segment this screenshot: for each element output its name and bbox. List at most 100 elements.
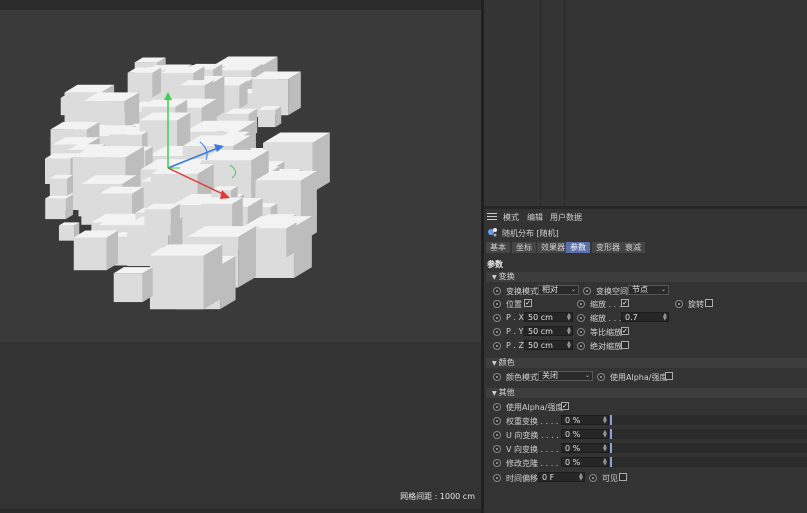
viewport[interactable]: 网格间距 : 1000 cm — [0, 0, 481, 513]
u-transform-input[interactable]: 0 % ▲ ▼ — [561, 429, 609, 439]
anim-dot-icon[interactable] — [493, 342, 501, 350]
other-alpha-checkbox[interactable]: ✓ — [561, 402, 569, 410]
scale-checkbox[interactable]: ✓ — [621, 299, 629, 307]
spinner-icon: ▲ ▼ — [567, 340, 571, 350]
section-color[interactable]: ▼ 颜色 — [486, 358, 807, 368]
uniform-scale-checkbox[interactable]: ✓ — [621, 327, 629, 335]
anim-dot-icon[interactable] — [493, 373, 501, 381]
column-divider — [564, 0, 565, 206]
pz-input[interactable]: 50 cm ▲ ▼ — [524, 340, 573, 350]
tab-coord[interactable]: 坐标 — [512, 242, 536, 253]
anim-dot-icon[interactable] — [577, 314, 585, 322]
cube-clone — [113, 267, 153, 303]
object-title: 随机分布 [随机] — [502, 229, 559, 238]
modify-clone-input[interactable]: 0 % ▲ ▼ — [561, 457, 609, 467]
absolute-scale-checkbox[interactable] — [621, 341, 629, 349]
object-manager[interactable] — [484, 0, 807, 206]
spinner-icon: ▲ ▼ — [567, 312, 571, 322]
spinner-icon: ▲ ▼ — [603, 457, 607, 467]
visible-checkbox[interactable] — [619, 473, 627, 481]
section-transform[interactable]: ▼ 变换 — [486, 272, 807, 282]
v-transform-input[interactable]: 0 % ▲ ▼ — [561, 443, 609, 453]
spinner-icon: ▲ ▼ — [579, 472, 583, 482]
rotate-label: 旋转 — [688, 300, 704, 309]
other-alpha-label: 使用Alpha/强度 — [506, 403, 564, 412]
tab-falloff[interactable]: 衰减 — [621, 242, 645, 253]
random-effector-icon — [487, 227, 498, 237]
transform-space-label: 变换空间 — [596, 287, 628, 296]
cube-clone — [257, 222, 297, 258]
collapse-arrow-icon: ▼ — [492, 274, 497, 281]
viewport-floor — [0, 342, 481, 513]
weight-input[interactable]: 0 % ▲ ▼ — [561, 415, 609, 425]
modify-clone-label: 修改克隆 . . . . . — [506, 459, 564, 468]
menu-edit[interactable]: 编辑 — [527, 212, 543, 223]
cube-clone — [45, 194, 73, 220]
cube-clone — [73, 230, 119, 271]
tab-effector[interactable]: 效果器 — [537, 242, 569, 253]
menu-mode[interactable]: 模式 — [503, 212, 519, 223]
time-offset-label: 时间偏移 — [506, 474, 538, 483]
tab-basic[interactable]: 基本 — [486, 242, 510, 253]
anim-dot-icon[interactable] — [577, 300, 585, 308]
tab-parameter[interactable]: 参数 — [566, 242, 590, 253]
visible-label: 可见 — [602, 474, 618, 483]
anim-dot-icon[interactable] — [493, 403, 501, 411]
py-input[interactable]: 50 cm ▲ ▼ — [524, 326, 573, 336]
cube-clone — [144, 203, 180, 236]
v-transform-slider[interactable] — [610, 443, 807, 453]
anim-dot-icon[interactable] — [583, 287, 591, 295]
anim-dot-icon[interactable] — [493, 445, 501, 453]
anim-dot-icon[interactable] — [577, 328, 585, 336]
color-alpha-checkbox[interactable] — [665, 372, 673, 380]
slider-handle[interactable] — [610, 457, 612, 467]
anim-dot-icon[interactable] — [493, 431, 501, 439]
grid-spacing-label: 网格间距 : 1000 cm — [400, 492, 475, 501]
px-input[interactable]: 50 cm ▲ ▼ — [524, 312, 573, 322]
color-mode-select[interactable]: 关闭 ⌄ — [538, 371, 593, 381]
absolute-scale-label: 绝对缩放 — [590, 342, 622, 351]
chevron-down-icon: ⌄ — [584, 372, 590, 379]
cube-clone — [149, 244, 223, 310]
spinner-icon: ▲ ▼ — [663, 312, 667, 322]
anim-dot-icon[interactable] — [493, 417, 501, 425]
spinner-icon: ▲ ▼ — [603, 429, 607, 439]
rotate-checkbox[interactable] — [705, 299, 713, 307]
slider-handle[interactable] — [610, 443, 612, 453]
u-transform-slider[interactable] — [610, 429, 807, 439]
transform-mode-label: 变换模式 — [506, 287, 538, 296]
position-label: 位置 — [506, 300, 522, 309]
menu-user-data[interactable]: 用户数据 — [550, 212, 582, 223]
uniform-scale-label: 等比缩放 — [590, 328, 622, 337]
time-offset-input[interactable]: 0 F ▲ ▼ — [538, 472, 585, 482]
slider-handle[interactable] — [610, 415, 612, 425]
weight-label: 权重变换 . . . . . — [506, 417, 564, 426]
modify-clone-slider[interactable] — [610, 457, 807, 467]
anim-dot-icon[interactable] — [493, 474, 501, 482]
spinner-icon: ▲ ▼ — [567, 326, 571, 336]
anim-dot-icon[interactable] — [589, 474, 597, 482]
tab-deformer[interactable]: 变形器 — [592, 242, 624, 253]
anim-dot-icon[interactable] — [493, 314, 501, 322]
v-transform-label: V 向变换 . . . . . — [506, 445, 564, 454]
transform-mode-select[interactable]: 相对 ⌄ — [538, 285, 579, 295]
position-checkbox[interactable]: ✓ — [524, 299, 532, 307]
params-header: 参数 — [487, 260, 503, 269]
anim-dot-icon[interactable] — [675, 300, 683, 308]
anim-dot-icon[interactable] — [493, 459, 501, 467]
anim-dot-icon[interactable] — [577, 342, 585, 350]
timeline-ruler[interactable] — [0, 509, 481, 513]
anim-dot-icon[interactable] — [597, 373, 605, 381]
scale-value-input[interactable]: 0.7 ▲ ▼ — [621, 312, 669, 322]
slider-handle[interactable] — [610, 429, 612, 439]
anim-dot-icon[interactable] — [493, 287, 501, 295]
weight-slider[interactable] — [610, 415, 807, 425]
transform-space-select[interactable]: 节点 ⌄ — [628, 285, 669, 295]
hamburger-menu-icon[interactable] — [487, 212, 497, 221]
anim-dot-icon[interactable] — [493, 328, 501, 336]
section-other[interactable]: ▼ 其他 — [486, 388, 807, 398]
anim-dot-icon[interactable] — [493, 300, 501, 308]
cube-clone — [258, 106, 282, 128]
pz-label: P . Z — [506, 341, 524, 350]
collapse-arrow-icon: ▼ — [492, 390, 497, 397]
